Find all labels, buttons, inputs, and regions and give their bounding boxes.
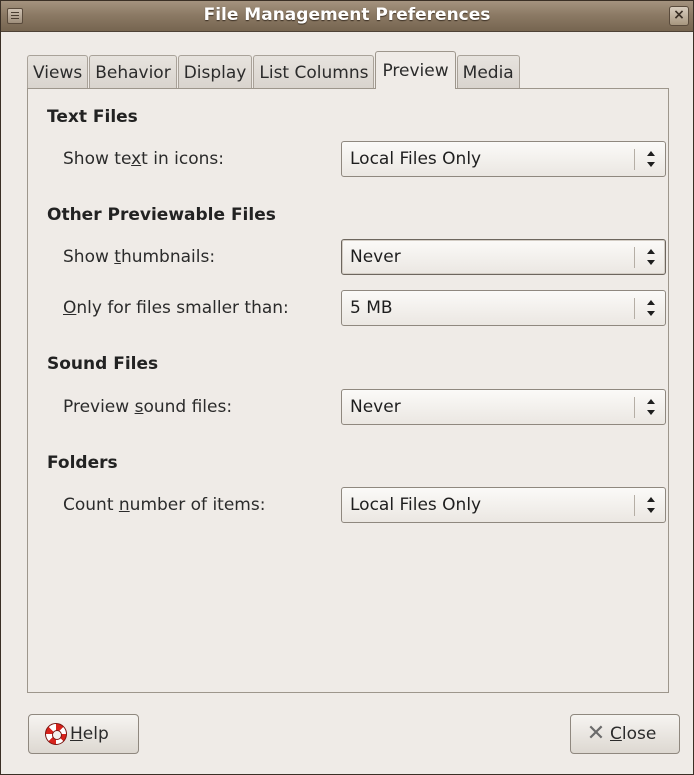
section-title-text-files: Text Files xyxy=(47,107,138,127)
close-button-label: Close xyxy=(610,724,657,744)
combo-separator xyxy=(634,495,635,516)
tab-views[interactable]: Views xyxy=(27,55,89,88)
tab-preview[interactable]: Preview xyxy=(375,51,456,89)
size-limit-combo[interactable]: 5 MB xyxy=(341,290,666,326)
show-thumbnails-combo[interactable]: Never xyxy=(341,239,666,275)
updown-arrows-icon xyxy=(646,497,656,515)
updown-arrows-icon xyxy=(646,151,656,169)
updown-arrows-icon xyxy=(646,399,656,417)
preview-panel: Text Files Show text in icons: Local Fil… xyxy=(27,88,669,693)
title-bar[interactable]: File Management Preferences × xyxy=(1,1,693,32)
section-title-other-files: Other Previewable Files xyxy=(47,205,276,225)
window-close-icon[interactable]: × xyxy=(669,6,689,26)
tab-list-columns[interactable]: List Columns xyxy=(253,55,375,88)
preferences-window: File Management Preferences × Views Beha… xyxy=(0,0,694,775)
size-limit-label: Only for files smaller than: xyxy=(63,298,289,318)
count-items-combo[interactable]: Local Files Only xyxy=(341,487,666,523)
show-text-label: Show text in icons: xyxy=(63,149,224,169)
preview-sound-label: Preview sound files: xyxy=(63,397,233,417)
tab-behavior[interactable]: Behavior xyxy=(89,55,177,88)
help-button-label: Help xyxy=(70,724,109,744)
preview-sound-combo[interactable]: Never xyxy=(341,389,666,425)
tab-bar: Views Behavior Display List Columns Prev… xyxy=(27,51,521,89)
tab-display[interactable]: Display xyxy=(177,55,253,88)
combo-separator xyxy=(634,247,635,268)
combo-separator xyxy=(634,149,635,170)
close-button[interactable]: ✕ Close xyxy=(570,714,680,754)
lifebuoy-icon xyxy=(45,723,67,745)
close-x-icon: ✕ xyxy=(586,721,606,746)
combo-separator xyxy=(634,298,635,319)
tab-media[interactable]: Media xyxy=(456,55,520,88)
section-title-folders: Folders xyxy=(47,453,118,473)
show-thumbnails-value: Never xyxy=(350,247,401,267)
show-text-value: Local Files Only xyxy=(350,149,482,169)
updown-arrows-icon xyxy=(646,300,656,318)
show-thumbnails-label: Show thumbnails: xyxy=(63,247,216,267)
section-title-sound-files: Sound Files xyxy=(47,354,159,374)
help-button[interactable]: Help xyxy=(28,714,139,754)
size-limit-value: 5 MB xyxy=(350,298,393,318)
count-items-value: Local Files Only xyxy=(350,495,482,515)
count-items-label: Count number of items: xyxy=(63,495,266,515)
updown-arrows-icon xyxy=(646,249,656,267)
show-text-combo[interactable]: Local Files Only xyxy=(341,141,666,177)
window-title: File Management Preferences xyxy=(203,5,491,25)
combo-separator xyxy=(634,397,635,418)
preview-sound-value: Never xyxy=(350,397,401,417)
